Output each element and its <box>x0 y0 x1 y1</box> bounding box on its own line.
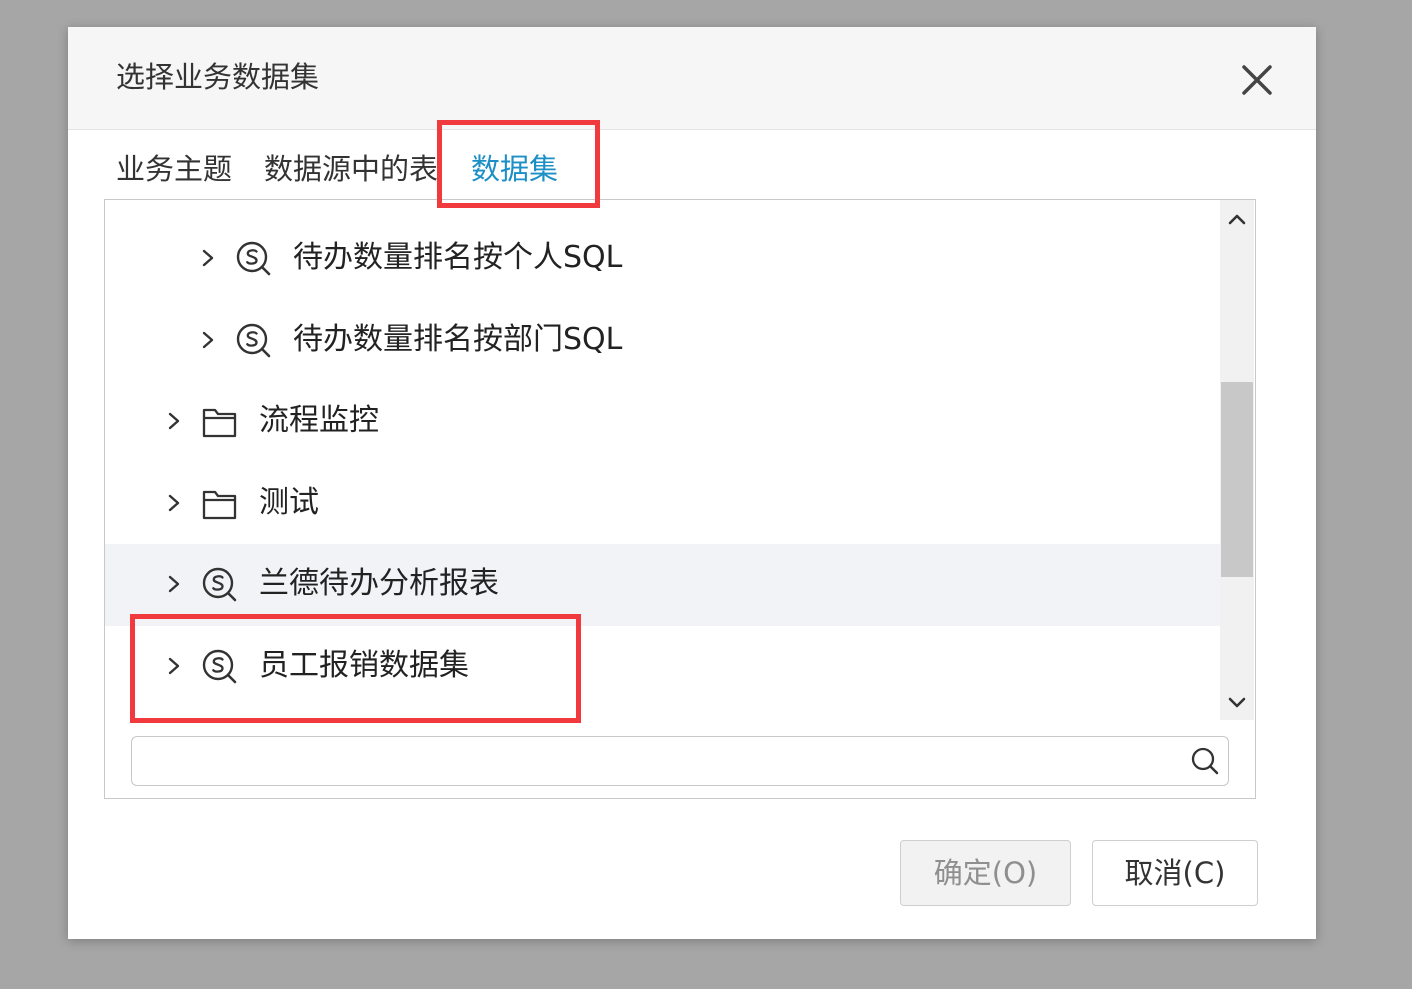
dialog-header: 选择业务数据集 <box>68 27 1316 130</box>
cancel-button[interactable]: 取消(C) <box>1092 840 1258 906</box>
tree-item-label: 兰德待办分析报表 <box>259 566 499 601</box>
sql-dataset-icon <box>202 567 237 602</box>
tree-item-label: 测试 <box>259 485 319 520</box>
folder-icon <box>202 490 237 520</box>
tree-item-label: 待办数量排名按部门SQL <box>293 322 623 357</box>
tree-item-test[interactable]: 测试 <box>105 463 1220 545</box>
tree-item-employee-expense-dataset[interactable]: 员工报销数据集 <box>105 626 1220 708</box>
sql-dataset-icon <box>236 323 271 358</box>
tree-item-label: 员工报销数据集 <box>259 648 469 683</box>
tree-item-todo-rank-department[interactable]: 待办数量排名按部门SQL <box>105 300 1220 382</box>
confirm-button[interactable]: 确定(O) <box>900 840 1071 906</box>
chevron-right-icon[interactable] <box>167 493 181 513</box>
chevron-right-icon[interactable] <box>167 656 181 676</box>
chevron-right-icon[interactable] <box>201 248 215 268</box>
dialog-title: 选择业务数据集 <box>116 60 320 94</box>
tree-scrollbar[interactable] <box>1220 200 1254 720</box>
sql-dataset-icon <box>236 241 271 276</box>
search-box <box>131 736 1229 786</box>
tree-item-lande-todo-report[interactable]: 兰德待办分析报表 <box>105 544 1220 626</box>
tree-item-label: 待办数量排名按个人SQL <box>293 240 623 275</box>
scroll-up-icon[interactable] <box>1220 204 1254 234</box>
tree-item-todo-rank-person[interactable]: 待办数量排名按个人SQL <box>105 218 1220 300</box>
tab-datasource-tables[interactable]: 数据源中的表 <box>264 145 438 193</box>
tab-business-subject[interactable]: 业务主题 <box>116 145 232 193</box>
dataset-tree-panel: 待办数量排名按个人SQL 待办数量排名按部门SQL 流程监控 测试 兰德待办分析… <box>104 199 1256 799</box>
folder-icon <box>202 408 237 438</box>
tree-item-process-monitor[interactable]: 流程监控 <box>105 381 1220 463</box>
chevron-right-icon[interactable] <box>201 330 215 350</box>
close-icon <box>1242 65 1272 95</box>
tree-item-label: 流程监控 <box>259 403 379 438</box>
chevron-right-icon[interactable] <box>167 574 181 594</box>
search-icon[interactable] <box>1190 746 1220 776</box>
search-input[interactable] <box>142 743 1176 779</box>
scroll-down-icon[interactable] <box>1220 688 1254 718</box>
tab-dataset[interactable]: 数据集 <box>471 145 558 193</box>
chevron-right-icon[interactable] <box>167 411 181 431</box>
select-dataset-dialog: 选择业务数据集 业务主题 数据源中的表 数据集 待办数量排名按个人SQL 待办数… <box>68 27 1316 939</box>
close-button[interactable] <box>1236 59 1278 101</box>
sql-dataset-icon <box>202 649 237 684</box>
scroll-thumb[interactable] <box>1221 382 1253 577</box>
